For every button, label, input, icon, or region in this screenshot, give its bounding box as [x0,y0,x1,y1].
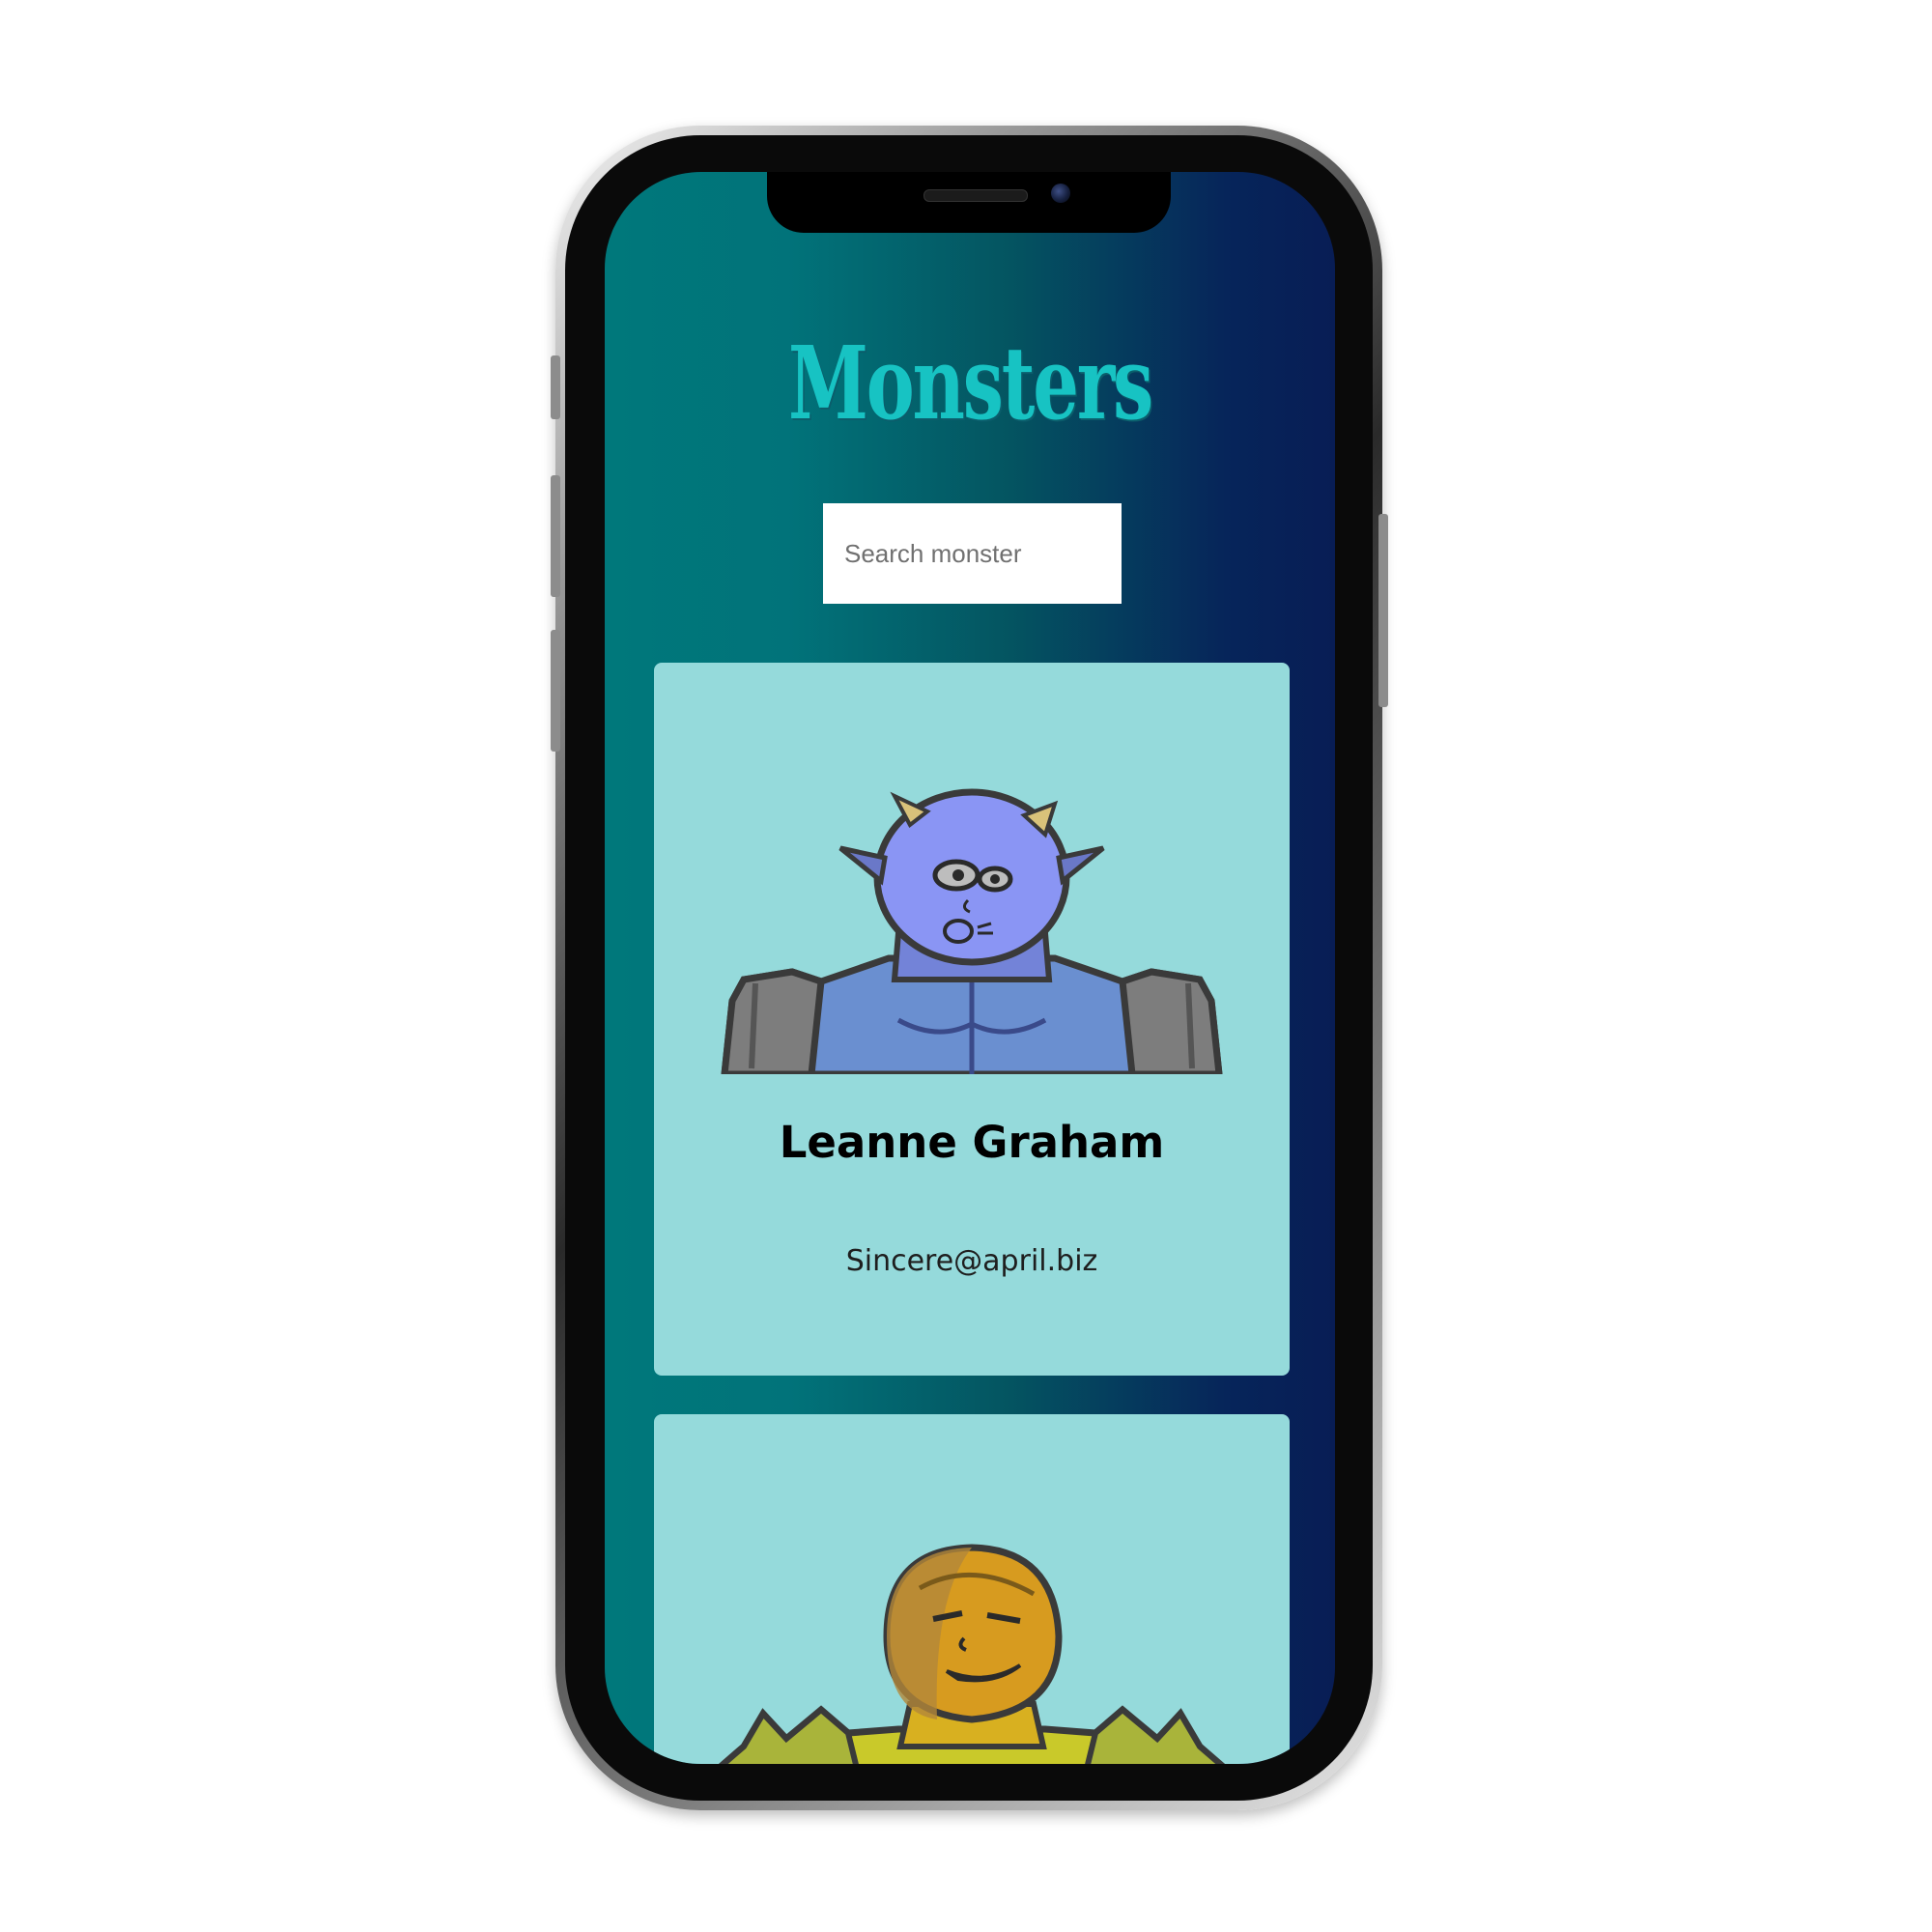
monster-card[interactable]: Leanne Graham Sincere@april.biz [654,663,1290,1376]
search-input[interactable] [823,503,1122,604]
phone-silent-switch [551,355,560,419]
monster-name: Leanne Graham [779,1117,1165,1168]
front-camera [1051,184,1070,203]
monster-avatar-image [718,1544,1226,1764]
phone-notch [767,172,1171,233]
earpiece-speaker [923,189,1028,202]
phone-volume-up-button [551,475,560,597]
monster-email: Sincere@april.biz [845,1244,1098,1278]
app-title: Monsters [788,323,1153,442]
phone-volume-down-button [551,630,560,752]
phone-power-button [1378,514,1388,707]
monster-avatar-image [721,788,1223,1074]
app-screen: Monsters Search monster Leanne Graham Si… [605,172,1335,1764]
monster-card[interactable] [654,1414,1290,1764]
